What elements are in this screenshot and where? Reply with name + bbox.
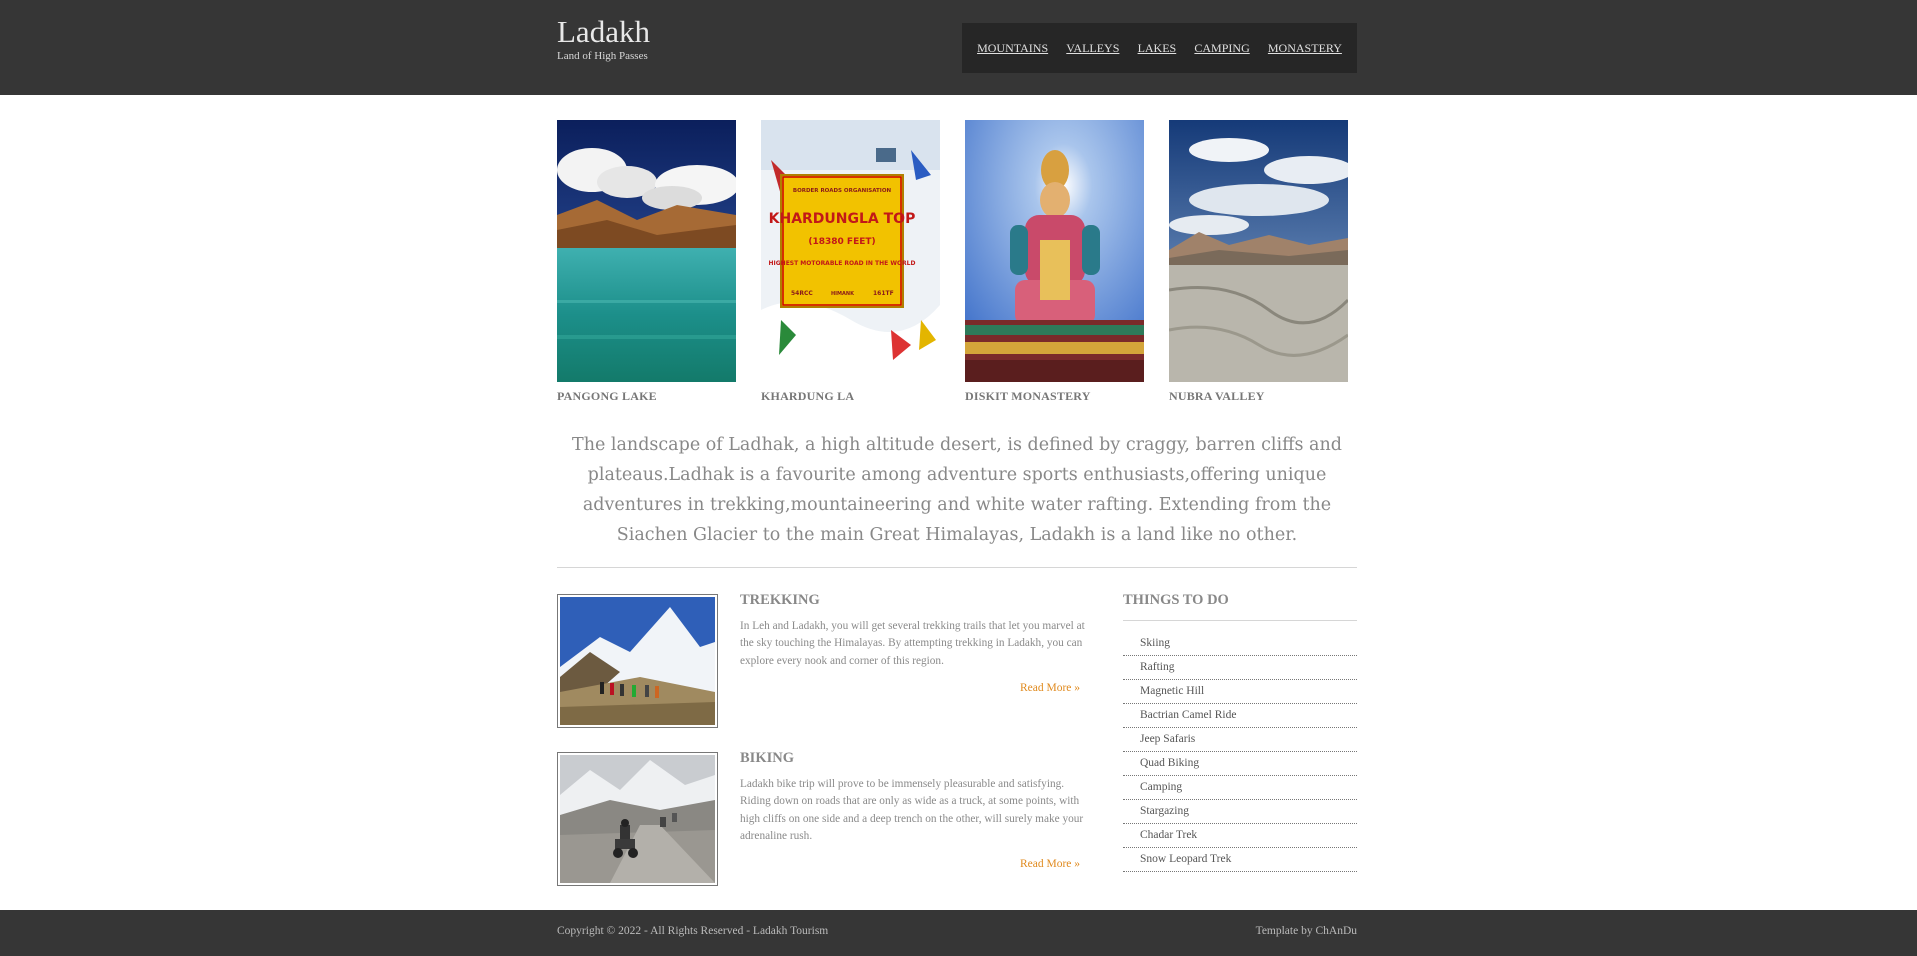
- sign-right-text: 161TF: [873, 290, 894, 297]
- nav-lakes[interactable]: LAKES: [1138, 41, 1177, 56]
- site-tagline: Land of High Passes: [557, 50, 648, 62]
- list-item[interactable]: Quad Biking: [1123, 752, 1357, 776]
- trekking-image: [557, 594, 718, 728]
- nav-mountains[interactable]: MOUNTAINS: [977, 41, 1048, 56]
- sign-left-text: 54RCC: [791, 290, 813, 297]
- pangong-lake-image: [557, 120, 736, 382]
- site-header: Ladakh Land of High Passes MOUNTAINS VAL…: [0, 0, 1917, 95]
- sign-mid-text: HIMANK: [831, 291, 855, 297]
- site-title[interactable]: Ladakh: [557, 14, 650, 50]
- copyright-text: Copyright © 2022 - All Rights Reserved -…: [557, 925, 829, 937]
- sidebar-divider: [1123, 620, 1357, 621]
- gallery-caption-nubra: NUBRA VALLEY: [1169, 389, 1265, 403]
- list-item[interactable]: Skiing: [1123, 632, 1357, 656]
- sign-org-text: BORDER ROADS ORGANISATION: [793, 188, 892, 194]
- gallery-caption-khardung: KHARDUNG LA: [761, 389, 855, 403]
- intro-paragraph: The landscape of Ladhak, a high altitude…: [572, 435, 1342, 545]
- khardung-la-image: BORDER ROADS ORGANISATION KHARDUNGLA TOP…: [761, 120, 940, 382]
- list-item[interactable]: Magnetic Hill: [1123, 680, 1357, 704]
- list-item[interactable]: Bactrian Camel Ride: [1123, 704, 1357, 728]
- sign-title-text: KHARDUNGLA TOP: [769, 211, 916, 227]
- feature-title-biking: BIKING: [740, 750, 794, 766]
- gallery-caption-diskit: DISKIT MONASTERY: [965, 389, 1091, 403]
- diskit-monastery-image: [965, 120, 1144, 382]
- section-divider: [557, 567, 1357, 568]
- sign-height-text: (18380 FEET): [808, 237, 875, 247]
- nav-camping[interactable]: CAMPING: [1194, 41, 1249, 56]
- read-more-link[interactable]: Read More »: [1020, 858, 1080, 870]
- gallery-caption-pangong: PANGONG LAKE: [557, 389, 657, 403]
- list-item[interactable]: Camping: [1123, 776, 1357, 800]
- feature-text-biking: Ladakh bike trip will prove to be immens…: [740, 778, 1084, 842]
- list-item[interactable]: Rafting: [1123, 656, 1357, 680]
- template-credit: Template by ChAnDu: [1255, 925, 1357, 937]
- site-footer: [0, 910, 1917, 956]
- things-to-do-list: Skiing Rafting Magnetic Hill Bactrian Ca…: [1123, 632, 1357, 872]
- list-item[interactable]: Jeep Safaris: [1123, 728, 1357, 752]
- nubra-valley-image: [1169, 120, 1348, 382]
- nav-valleys[interactable]: VALLEYS: [1066, 41, 1119, 56]
- biking-image: [557, 752, 718, 886]
- list-item[interactable]: Snow Leopard Trek: [1123, 848, 1357, 872]
- read-more-link[interactable]: Read More »: [1020, 682, 1080, 694]
- list-item[interactable]: Stargazing: [1123, 800, 1357, 824]
- sidebar-title: THINGS TO DO: [1123, 592, 1229, 608]
- feature-text-trekking: In Leh and Ladakh, you will get several …: [740, 620, 1085, 667]
- sign-subtitle-text: HIGHEST MOTORABLE ROAD IN THE WORLD: [769, 260, 916, 267]
- nav-monastery[interactable]: MONASTERY: [1268, 41, 1342, 56]
- feature-title-trekking: TREKKING: [740, 592, 820, 608]
- main-nav: MOUNTAINS VALLEYS LAKES CAMPING MONASTER…: [962, 23, 1357, 73]
- list-item[interactable]: Chadar Trek: [1123, 824, 1357, 848]
